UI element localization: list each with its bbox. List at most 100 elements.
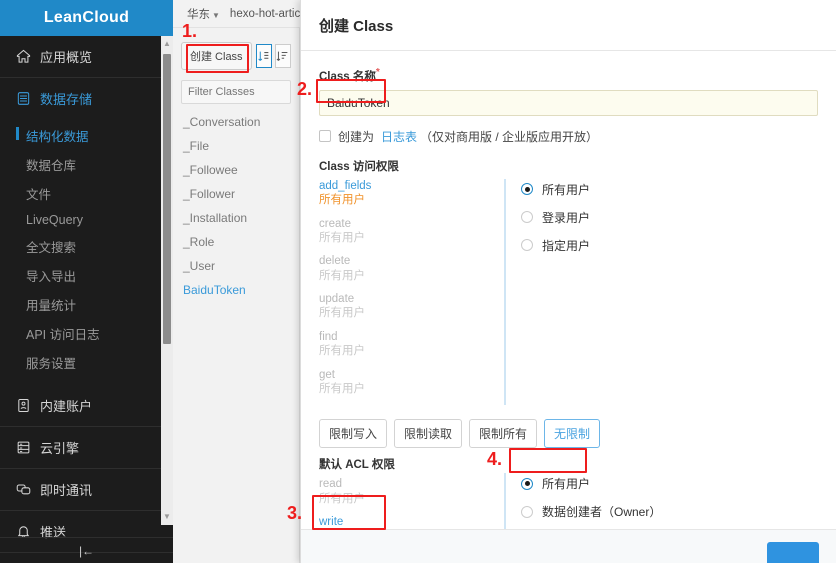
scroll-down-icon[interactable]: ▼ xyxy=(163,513,171,521)
modal-footer xyxy=(301,529,836,563)
radio-button[interactable] xyxy=(521,211,533,224)
required-mark: * xyxy=(375,67,380,78)
modal-confirm-button[interactable] xyxy=(767,542,819,563)
sidebar-subitem-2[interactable]: 文件 xyxy=(0,179,173,208)
scroll-up-icon[interactable]: ▲ xyxy=(163,40,171,48)
modal-header: 创建 Class xyxy=(301,0,836,51)
chevron-down-icon: ▼ xyxy=(212,10,220,20)
annotation-number-2: 2. xyxy=(297,79,313,99)
limit-preset-buttons: 限制写入 限制读取 限制所有 无限制 xyxy=(319,419,818,449)
sidebar-collapse-button[interactable]: |← xyxy=(0,537,173,563)
permission-value: 所有用户 xyxy=(319,345,365,358)
id-card-icon xyxy=(16,398,31,413)
radio-button[interactable] xyxy=(521,477,533,490)
sidebar-subitem-1[interactable]: 数据仓库 xyxy=(0,150,173,179)
class-list-item[interactable]: _User xyxy=(181,254,291,278)
radio-option[interactable]: 所有用户 xyxy=(521,475,661,492)
radio-option[interactable]: 数据创建者（Owner） xyxy=(521,503,661,520)
limit-preset-button[interactable]: 限制写入 xyxy=(319,419,388,449)
permission-value: 所有用户 xyxy=(319,194,365,207)
log-table-link[interactable]: 日志表 xyxy=(381,128,417,145)
log-checkbox-suffix: （仅对商用版 / 企业版应用开放） xyxy=(420,129,599,144)
permission-key: update xyxy=(319,293,355,306)
class-name-label-text: Class 名称 xyxy=(319,70,376,83)
class-list: _Conversation _File _Followee _Follower _Ins… xyxy=(181,110,291,302)
class-permission-radio-group: 所有用户登录用户指定用户 xyxy=(504,178,590,406)
radio-button[interactable] xyxy=(521,505,533,518)
class-permission-section: add_fields 所有用户 create 所有用户 delete 所有用户 update… xyxy=(319,178,818,406)
class-list-item[interactable]: BaiduToken xyxy=(181,278,291,302)
chat-icon xyxy=(16,482,31,497)
database-icon xyxy=(16,91,31,106)
limit-preset-button[interactable]: 无限制 xyxy=(544,419,601,449)
class-list-item[interactable]: _Followee xyxy=(181,158,291,182)
sidebar-section-label-2: 即时通讯 xyxy=(40,483,93,498)
sidebar-subitem-6[interactable]: 用量统计 xyxy=(0,290,173,319)
sidebar-subitem-8[interactable]: 服务设置 xyxy=(0,348,173,377)
permission-key: add_fields xyxy=(319,179,372,192)
class-permission-list: add_fields 所有用户 create 所有用户 delete 所有用户 update… xyxy=(319,179,504,406)
permission-value: 所有用户 xyxy=(319,492,365,505)
sidebar-subitem-0[interactable]: 结构化数据 xyxy=(0,121,173,150)
annotation-number-1: 1. xyxy=(182,21,198,41)
sidebar-item-内建账户[interactable]: 内建账户 xyxy=(0,385,173,427)
sidebar-subitem-5[interactable]: 导入导出 xyxy=(0,261,173,290)
sidebar-item-即时通讯[interactable]: 即时通讯 xyxy=(0,469,173,511)
sidebar-overview-label: 应用概览 xyxy=(40,50,93,65)
permission-row[interactable]: find 所有用户 xyxy=(319,330,504,359)
class-list-item[interactable]: _Follower xyxy=(181,182,291,206)
limit-preset-button[interactable]: 限制所有 xyxy=(469,419,538,449)
sidebar-item-overview[interactable]: 应用概览 xyxy=(0,36,173,78)
sidebar-subitem-7[interactable]: API 访问日志 xyxy=(0,319,173,348)
region-selector[interactable]: 华东 ▼ xyxy=(187,6,220,22)
sort-alpha-button[interactable] xyxy=(255,44,272,68)
permission-row[interactable]: update 所有用户 xyxy=(319,292,504,321)
permission-row[interactable]: read 所有用户 xyxy=(319,477,504,506)
sidebar-item-云引擎[interactable]: 云引擎 xyxy=(0,427,173,469)
log-table-checkbox[interactable] xyxy=(319,130,331,143)
limit-preset-button[interactable]: 限制读取 xyxy=(394,419,463,449)
sidebar-item-storage[interactable]: 数据存储 xyxy=(0,78,173,119)
sort-alpha-icon xyxy=(257,50,270,63)
log-table-checkbox-row[interactable]: 创建为 日志表 （仅对商用版 / 企业版应用开放） xyxy=(319,128,818,145)
sidebar-scrollbar[interactable]: ▲ ▼ xyxy=(161,36,173,525)
permission-row[interactable]: get 所有用户 xyxy=(319,368,504,397)
sort-order-icon xyxy=(276,50,289,63)
sidebar-subitem-4[interactable]: 全文搜索 xyxy=(0,232,173,261)
sidebar-subitem-3[interactable]: LiveQuery xyxy=(0,208,173,232)
brand-logo: LeanCloud xyxy=(0,0,173,36)
sidebar-section-label-0: 内建账户 xyxy=(40,399,93,414)
permission-value: 所有用户 xyxy=(319,307,365,320)
class-list-item[interactable]: _Role xyxy=(181,230,291,254)
collapse-icon: |← xyxy=(78,543,95,558)
server-icon xyxy=(16,440,31,455)
sidebar-section-label-1: 云引擎 xyxy=(40,441,80,456)
class-name-input[interactable] xyxy=(319,89,818,116)
sort-order-button[interactable] xyxy=(274,44,291,68)
create-class-button[interactable]: 创建 Class xyxy=(181,42,252,70)
permission-key: delete xyxy=(319,255,351,268)
class-list-item[interactable]: _Installation xyxy=(181,206,291,230)
permission-row[interactable]: delete 所有用户 xyxy=(319,254,504,283)
app-name-label[interactable]: hexo-hot-articl xyxy=(230,8,303,20)
radio-option[interactable]: 所有用户 xyxy=(521,181,590,198)
class-list-item[interactable]: _File xyxy=(181,134,291,158)
sidebar-storage-label: 数据存储 xyxy=(40,92,93,107)
sidebar-sections: 内建账户 云引擎 即时通讯 推送 xyxy=(0,385,173,553)
class-name-label: Class 名称* xyxy=(319,67,818,84)
log-checkbox-prefix: 创建为 xyxy=(338,129,375,144)
permission-row[interactable]: create 所有用户 xyxy=(319,217,504,246)
class-list-item[interactable]: _Conversation xyxy=(181,110,291,134)
radio-option[interactable]: 指定用户 xyxy=(521,237,590,254)
radio-button[interactable] xyxy=(521,183,533,196)
permission-value: 所有用户 xyxy=(319,269,365,282)
radio-button[interactable] xyxy=(521,239,533,252)
scrollbar-thumb[interactable] xyxy=(163,54,171,344)
sidebar-storage-sublist: 结构化数据 数据仓库 文件 LiveQuery 全文搜索 导入导出 用量统计 API 访问日志… xyxy=(0,119,173,385)
permission-row[interactable]: add_fields 所有用户 xyxy=(319,179,504,208)
filter-classes-input[interactable] xyxy=(181,80,291,104)
radio-option[interactable]: 登录用户 xyxy=(521,209,590,226)
modal-title: 创建 Class xyxy=(319,17,394,35)
create-class-modal: 创建 Class Class 名称* 创建为 日志表 （仅对商用版 / 企业版应… xyxy=(300,0,836,563)
radio-label: 指定用户 xyxy=(542,238,591,253)
